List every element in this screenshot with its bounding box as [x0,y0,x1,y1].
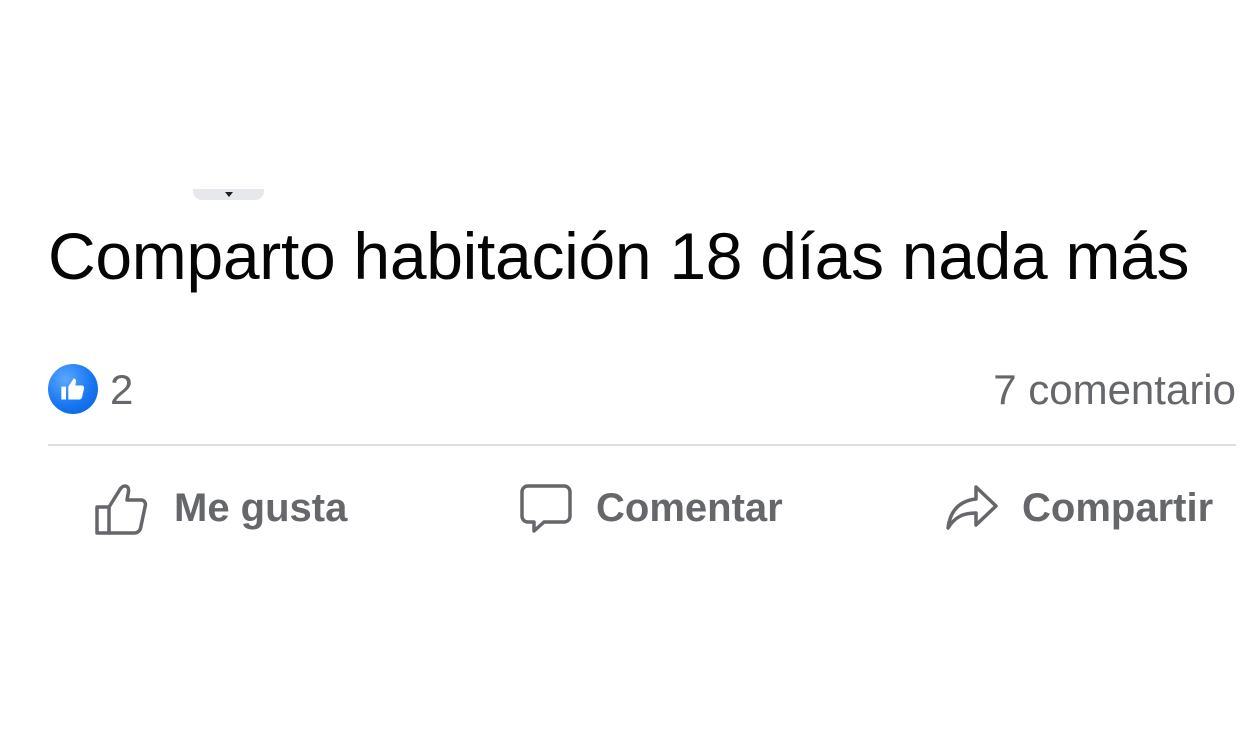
comment-count-link[interactable]: 7 comentario [993,366,1236,414]
thumbs-up-outline-icon [95,484,148,535]
like-reaction-icon[interactable] [48,364,98,414]
comment-button[interactable]: Comentar [518,476,783,540]
divider [48,444,1236,446]
expand-dropdown-tab[interactable] [193,189,264,200]
post-card: Comparto habitación 18 días nada más 2 7… [0,0,1250,750]
comment-button-label: Comentar [596,485,783,530]
post-text: Comparto habitación 18 días nada más [48,219,1190,293]
reaction-count[interactable]: 2 [110,366,133,414]
share-button[interactable]: Compartir [944,476,1213,540]
like-button-label: Me gusta [174,485,348,530]
caret-down-icon [224,192,233,197]
comment-bubble-icon [520,484,572,533]
share-button-label: Compartir [1022,485,1214,530]
like-button[interactable]: Me gusta [94,476,347,540]
reactions-summary: 2 7 comentario [48,362,1236,416]
share-arrow-icon [946,485,998,530]
